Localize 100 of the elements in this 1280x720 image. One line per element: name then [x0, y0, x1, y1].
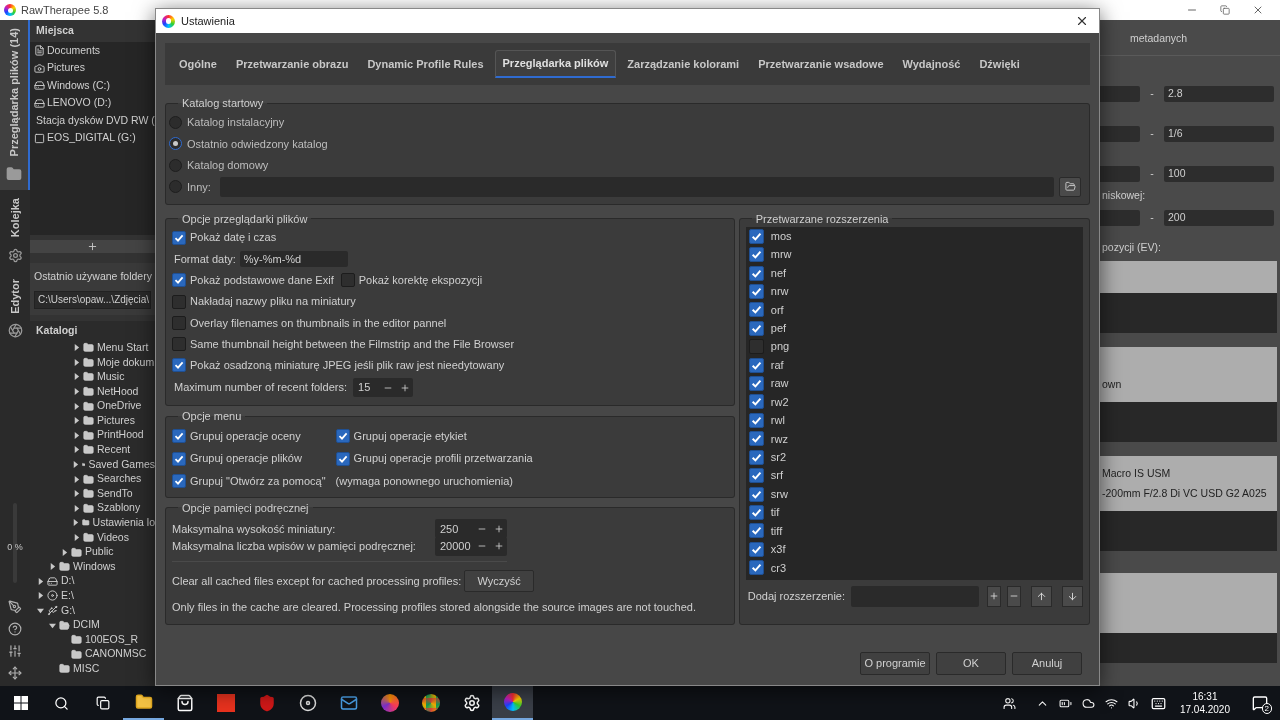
sliders-icon[interactable] [8, 644, 22, 658]
tree-item[interactable]: Recent [97, 442, 131, 458]
place-item[interactable]: LENOVO (D:) [47, 95, 112, 111]
tab[interactable]: Przeglądarka plików [494, 50, 617, 78]
tree-item[interactable]: SendTo [97, 485, 133, 502]
radio-button[interactable] [169, 180, 182, 194]
tree-item[interactable]: Searches [97, 471, 142, 487]
tree-item[interactable]: OneDrive [97, 398, 142, 415]
extension-label[interactable]: tiff [770, 522, 783, 540]
tab[interactable]: Dźwięki [971, 50, 1028, 78]
extension-label[interactable]: tif [770, 504, 780, 521]
expanded-icon[interactable] [48, 621, 56, 629]
move-up-button[interactable] [1031, 585, 1052, 607]
expander-icon[interactable] [72, 475, 80, 483]
tree-item[interactable]: NetHood [97, 383, 139, 400]
checkbox[interactable] [748, 228, 764, 244]
tree-item[interactable]: 100EOS_R [85, 631, 139, 648]
app-logo-icon[interactable] [492, 686, 533, 720]
max-field[interactable]: 200 [1164, 209, 1274, 226]
restore-icon[interactable] [1220, 5, 1230, 15]
expander-icon[interactable] [72, 431, 80, 439]
checkbox[interactable] [748, 541, 764, 557]
place-item[interactable]: Pictures [47, 60, 85, 76]
checkbox[interactable] [748, 302, 764, 318]
side-tab[interactable]: Edytor [0, 270, 30, 347]
checkbox[interactable] [172, 315, 186, 330]
expander-icon[interactable] [60, 548, 68, 556]
people-icon[interactable] [1002, 696, 1016, 710]
max-field[interactable]: 1/6 [1164, 125, 1274, 142]
checkbox[interactable] [748, 560, 764, 576]
extension-label[interactable]: rwl [770, 412, 785, 429]
checkbox[interactable] [748, 449, 764, 465]
expander-icon[interactable] [72, 446, 80, 454]
extension-label[interactable]: raw [770, 375, 789, 392]
place-item[interactable]: Windows (C:) [47, 77, 110, 94]
tab[interactable]: Przetwarzanie wsadowe [750, 50, 892, 78]
tree-item[interactable]: Szablony [97, 500, 141, 517]
list-selection[interactable] [1100, 261, 1277, 294]
list-selection[interactable]: own [1100, 347, 1277, 403]
expander-icon[interactable] [72, 504, 80, 512]
min-field[interactable] [1100, 165, 1140, 182]
checkbox[interactable] [340, 273, 355, 288]
expander-icon[interactable] [36, 592, 44, 600]
tree-item[interactable]: Pictures [97, 412, 135, 429]
extension-label[interactable]: pef [770, 320, 787, 337]
extension-label[interactable]: raf [770, 356, 784, 374]
date-format-field[interactable]: %y-%m-%d [239, 250, 348, 267]
checkbox[interactable] [172, 428, 186, 443]
tab[interactable]: Wydajność [894, 50, 969, 78]
place-item[interactable]: EOS_DIGITAL (G:) [47, 130, 136, 146]
checkbox[interactable] [748, 357, 764, 373]
browse-button[interactable] [1059, 176, 1081, 197]
tree-item[interactable]: Moje dokum [97, 354, 155, 371]
checkbox[interactable] [172, 358, 186, 373]
expander-icon[interactable] [72, 490, 80, 498]
recent-folder-combo[interactable]: C:\Users\opaw...\Zdjęcia\ [34, 290, 151, 309]
tree-item[interactable]: DCIM [73, 617, 100, 633]
list-selection[interactable]: Macro IS USM -200mm F/2.8 Di VC USD G2 A025 [1100, 456, 1277, 512]
keyboard-icon[interactable] [1150, 695, 1166, 711]
tree-item[interactable]: Menu Start [97, 339, 149, 356]
speaker-icon[interactable] [1127, 696, 1141, 710]
extension-label[interactable]: cr3 [770, 559, 787, 577]
radio-button[interactable] [169, 137, 182, 151]
checkbox[interactable] [748, 320, 764, 336]
tree-item[interactable]: Music [97, 369, 125, 385]
tab[interactable]: Dynamic Profile Rules [359, 50, 492, 78]
expander-icon[interactable] [72, 388, 80, 396]
pen-icon[interactable] [8, 600, 22, 614]
extension-label[interactable]: rw2 [770, 393, 789, 411]
close-icon[interactable] [1075, 14, 1089, 28]
checkbox[interactable] [748, 431, 764, 447]
tab[interactable]: Zarządzanie kolorami [619, 50, 748, 78]
checkbox[interactable] [748, 265, 764, 281]
tree-item[interactable]: Saved Games [88, 456, 155, 473]
checkbox[interactable] [172, 230, 186, 245]
max-field[interactable]: 2.8 [1164, 85, 1274, 102]
clear-cache-button[interactable]: Wyczyść [464, 570, 535, 593]
extension-label[interactable]: mrw [770, 246, 792, 263]
tab[interactable]: Ogólne [171, 50, 225, 78]
checkbox[interactable] [172, 337, 186, 352]
radio-button[interactable] [169, 158, 182, 172]
expander-icon[interactable] [72, 344, 80, 352]
extension-label[interactable]: png [770, 338, 790, 355]
cloud-icon[interactable] [1081, 696, 1095, 710]
expander-icon[interactable] [48, 563, 56, 571]
tree-item[interactable]: Windows [73, 558, 116, 575]
dialog-button[interactable]: O programie [860, 652, 930, 675]
checkbox[interactable] [748, 412, 764, 428]
place-item[interactable]: Stacja dysków DVD RW ( [36, 112, 155, 129]
tree-item[interactable]: Ustawienia lo [92, 515, 155, 531]
dialog-button[interactable]: Anuluj [1012, 652, 1082, 675]
extension-label[interactable]: mos [770, 227, 792, 245]
wifi-icon[interactable] [1104, 696, 1118, 710]
checkbox[interactable] [748, 486, 764, 502]
extension-label[interactable]: x3f [770, 541, 786, 558]
expander-icon[interactable] [72, 461, 79, 469]
max-field[interactable]: 100 [1164, 165, 1274, 182]
list-row[interactable]: own [1102, 376, 1275, 393]
expander-icon[interactable] [72, 402, 80, 410]
move-icon[interactable] [8, 666, 22, 680]
